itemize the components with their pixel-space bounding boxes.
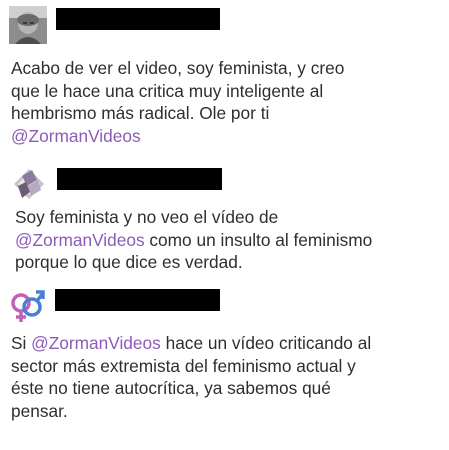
tweet-text: Soy feminista y no veo el vídeo de @Zorma… (15, 206, 372, 274)
tweet-line: pensar. (11, 400, 371, 423)
tweet-line: porque lo que dice es verdad. (15, 251, 372, 274)
mention-link[interactable]: @ZormanVideos (11, 126, 141, 146)
user-avatar[interactable] (10, 166, 48, 204)
tweet-text-segment: pensar. (11, 400, 68, 421)
mention-link[interactable]: @ZormanVideos (15, 230, 145, 250)
tweet-line: hembrismo más radical. Ole por ti (11, 102, 344, 125)
gender-symbols-avatar-icon (8, 287, 46, 325)
user-avatar[interactable] (8, 287, 46, 325)
diamond-cards-avatar-icon (10, 166, 48, 204)
tweet-text-segment: Soy feminista y no veo el vídeo de (15, 207, 279, 227)
tweet-line: que le hace una critica muy inteligente … (11, 80, 344, 103)
mention-link[interactable]: @ZormanVideos (31, 333, 161, 353)
tweet-2: Soy feminista y no veo el vídeo de @Zorma… (0, 160, 449, 285)
redacted-username (55, 289, 220, 311)
tweet-text-segment: hembrismo más radical. Ole por ti (11, 103, 270, 123)
tweet-line: Acabo de ver el video, soy feminista, y … (11, 57, 344, 80)
redacted-username (56, 8, 220, 30)
tweet-text-segment: Acabo de ver el video, soy feminista, y … (11, 58, 345, 78)
tweet-text-segment: que le hace una critica muy inteligente … (11, 80, 324, 101)
tweet-text-segment: sector más extremista del feminismo actu… (11, 355, 356, 376)
tweet-line: @ZormanVideos como un insulto al feminis… (15, 229, 372, 252)
tweet-text-segment: hace un vídeo criticando al (160, 333, 372, 353)
user-avatar[interactable] (9, 6, 47, 44)
tweet-line: éste no tiene autocrítica, ya sabemos qu… (11, 377, 371, 400)
tweet-text: Si @ZormanVideos hace un vídeo criticand… (11, 332, 371, 422)
tweet-3: Si @ZormanVideos hace un vídeo criticand… (0, 285, 449, 450)
tweet-line: sector más extremista del feminismo actu… (11, 355, 371, 378)
tweet-line: Soy feminista y no veo el vídeo de (15, 206, 372, 229)
tweet-line: @ZormanVideos (11, 125, 344, 148)
tweet-text: Acabo de ver el video, soy feminista, y … (11, 57, 344, 147)
tweet-text-segment: porque lo que dice es verdad. (15, 252, 243, 272)
tweet-text-segment: éste no tiene autocrítica, ya sabemos qu… (11, 378, 331, 398)
tweet-text-segment: como un insulto al feminismo (144, 229, 373, 250)
redacted-username (57, 168, 222, 190)
tweet-line: Si @ZormanVideos hace un vídeo criticand… (11, 332, 371, 355)
tweet-text-segment: Si (11, 333, 32, 353)
tweet-1: Acabo de ver el video, soy feminista, y … (0, 0, 449, 160)
grayscale-photo-avatar-icon (9, 6, 47, 44)
